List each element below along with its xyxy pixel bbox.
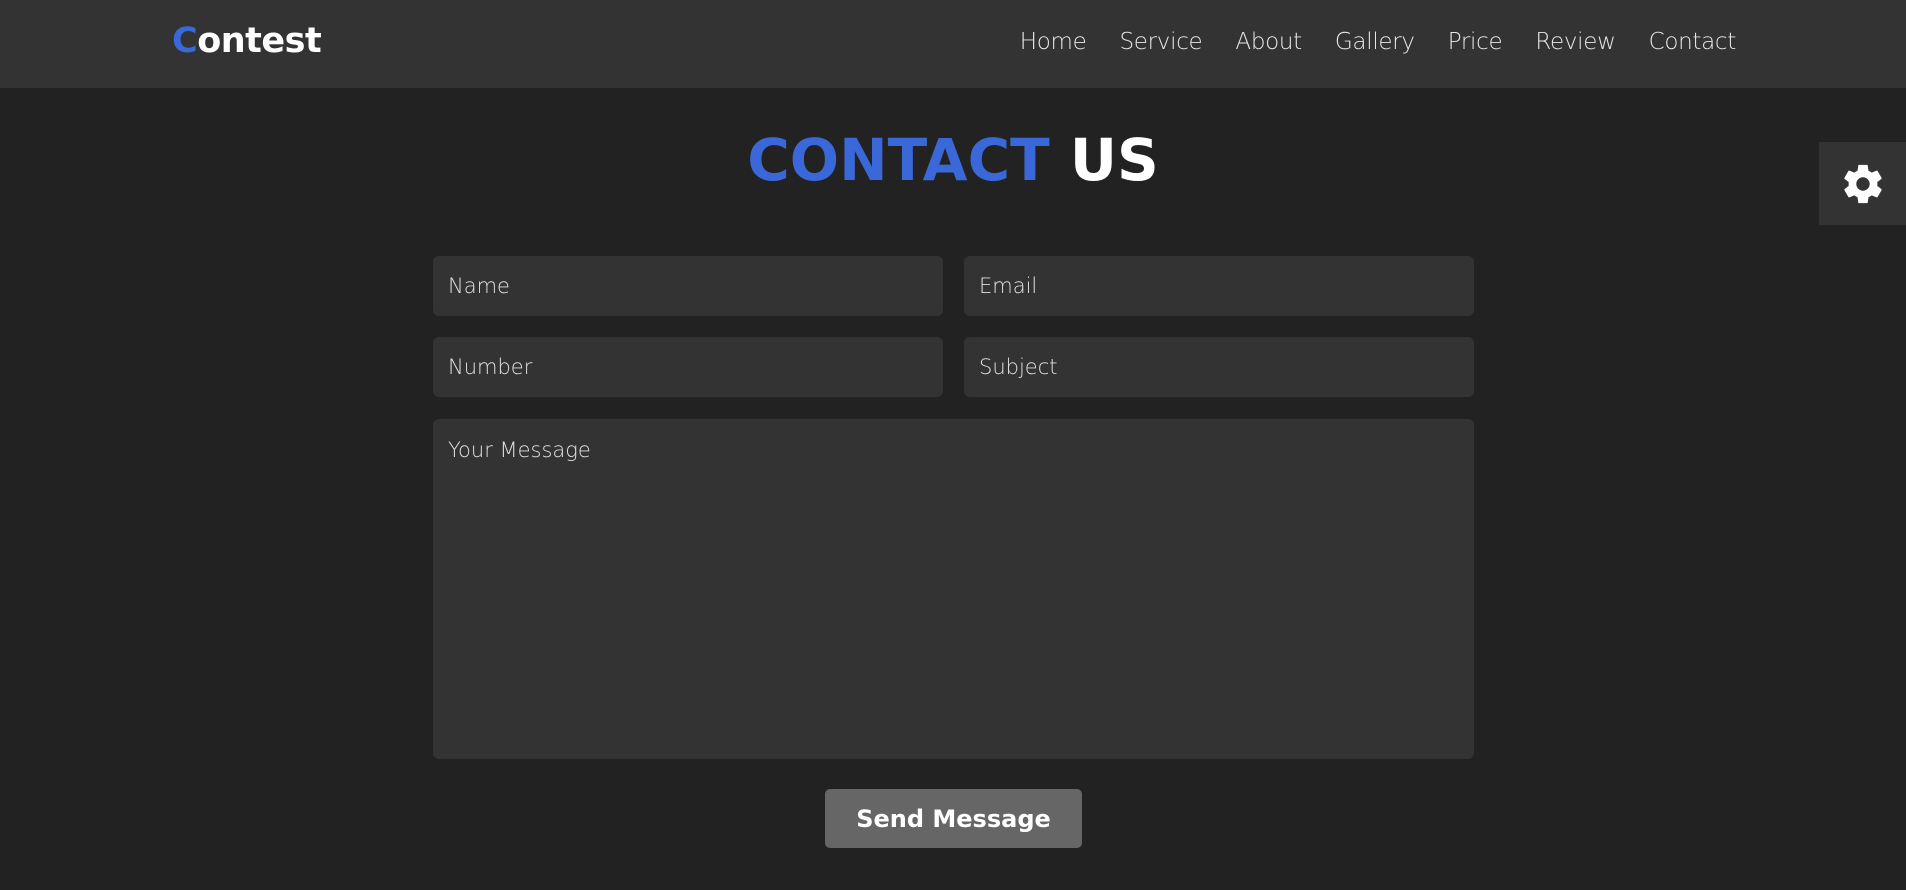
nav-link-gallery[interactable]: Gallery [1335, 29, 1415, 55]
email-input[interactable] [964, 256, 1474, 316]
nav-link-review[interactable]: Review [1535, 29, 1616, 55]
page-title-accent: CONTACT [747, 126, 1050, 194]
message-textarea[interactable] [433, 419, 1474, 759]
logo[interactable]: Contest [172, 19, 322, 63]
navbar: Contest Home Service About Gallery Price… [0, 0, 1906, 88]
number-input[interactable] [433, 337, 943, 397]
nav-link-service[interactable]: Service [1119, 29, 1202, 55]
logo-accent-letter: C [172, 21, 198, 61]
send-message-button[interactable]: Send Message [825, 789, 1082, 848]
gear-icon [1843, 164, 1882, 203]
subject-input[interactable] [964, 337, 1474, 397]
nav-links: Home Service About Gallery Price Review … [987, 22, 1737, 62]
nav-link-home[interactable]: Home [1020, 29, 1087, 55]
logo-text: ontest [197, 21, 322, 61]
name-input[interactable] [433, 256, 943, 316]
nav-link-price[interactable]: Price [1448, 29, 1503, 55]
settings-button[interactable] [1819, 142, 1906, 225]
page-title-rest: US [1069, 126, 1159, 194]
nav-link-contact[interactable]: Contact [1649, 29, 1737, 55]
page-title: CONTACT US [0, 122, 1906, 198]
nav-link-about[interactable]: About [1235, 29, 1302, 55]
